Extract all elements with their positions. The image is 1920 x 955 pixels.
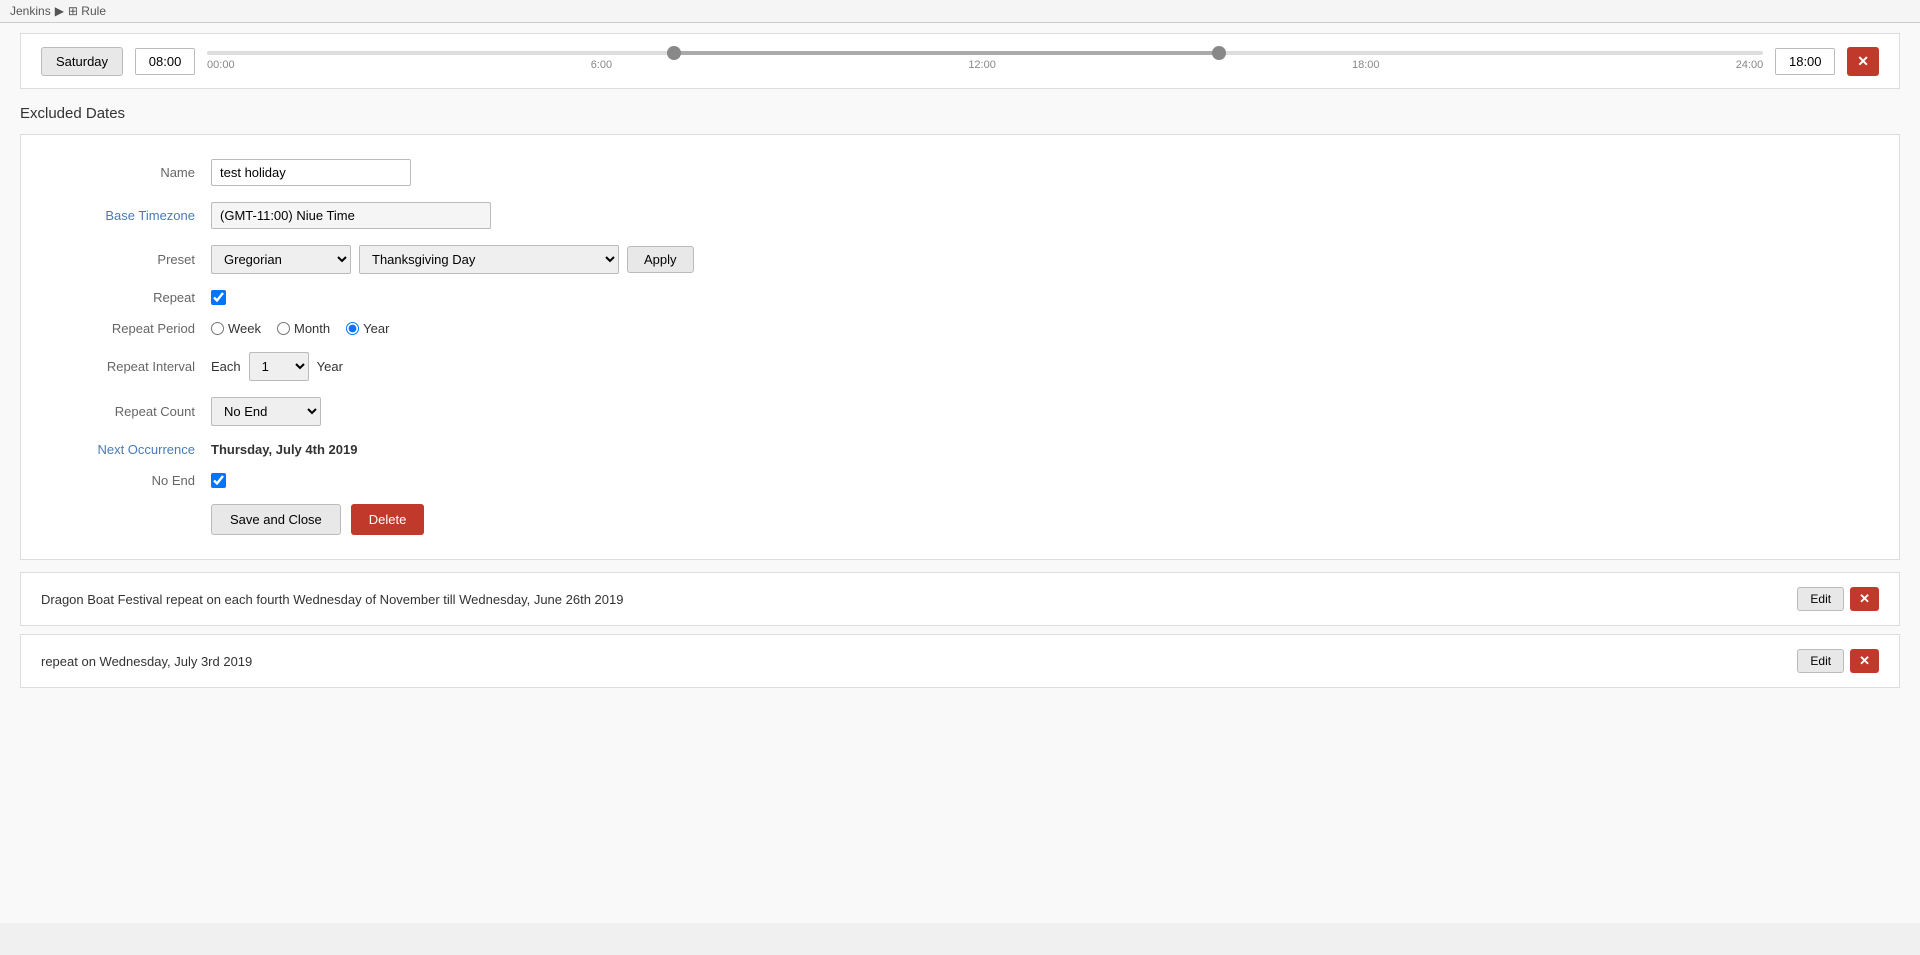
time-row: Saturday 00:00 6:00 12:00 18:00 24:00 ✕ [20,33,1900,89]
save-and-close-button[interactable]: Save and Close [211,504,341,535]
repeat-count-select[interactable]: No End [211,397,321,426]
slider-labels: 00:00 6:00 12:00 18:00 24:00 [207,59,1763,71]
top-bar: Jenkins ▶ ⊞ Rule [0,0,1920,23]
repeat-interval-row: Repeat Interval Each 1 Year [51,352,1869,381]
preset-row: Preset Gregorian Thanksgiving Day Apply [51,245,1869,274]
list-item-2-edit-button[interactable]: Edit [1797,649,1844,673]
form-card: Name Base Timezone Preset Gregorian Than… [20,134,1900,560]
period-year-text: Year [363,321,389,336]
period-year-radio[interactable] [346,322,359,335]
name-row: Name [51,159,1869,186]
interval-row: Each 1 Year [211,352,343,381]
app-name: Jenkins [10,4,51,18]
delete-button[interactable]: Delete [351,504,425,535]
main-content: Saturday 00:00 6:00 12:00 18:00 24:00 ✕ … [0,23,1920,923]
list-item-2-actions: Edit ✕ [1797,649,1879,673]
list-item-1: Dragon Boat Festival repeat on each four… [20,572,1900,626]
repeat-label: Repeat [51,290,211,305]
list-item-1-edit-button[interactable]: Edit [1797,587,1844,611]
slider-fill [674,51,1219,55]
slider-label-2: 12:00 [968,59,996,71]
period-week-label[interactable]: Week [211,321,261,336]
preset-select-2[interactable]: Thanksgiving Day [359,245,619,274]
interval-select[interactable]: 1 [249,352,309,381]
action-buttons: Save and Close Delete [211,504,1869,535]
slider-label-4: 24:00 [1736,59,1764,71]
repeat-count-label: Repeat Count [51,404,211,419]
preset-label: Preset [51,252,211,267]
start-time-input[interactable] [135,48,195,75]
slider-label-1: 6:00 [591,59,612,71]
name-input[interactable] [211,159,411,186]
repeat-count-row: Repeat Count No End [51,397,1869,426]
list-item-2: repeat on Wednesday, July 3rd 2019 Edit … [20,634,1900,688]
next-occurrence-label: Next Occurrence [51,442,211,457]
period-week-text: Week [228,321,261,336]
next-occurrence-value: Thursday, July 4th 2019 [211,442,357,457]
slider-track [207,51,1763,55]
next-occurrence-row: Next Occurrence Thursday, July 4th 2019 [51,442,1869,457]
repeat-period-row: Repeat Period Week Month Year [51,321,1869,336]
period-year-label[interactable]: Year [346,321,389,336]
slider-label-3: 18:00 [1352,59,1380,71]
day-button[interactable]: Saturday [41,47,123,76]
timezone-label: Base Timezone [51,208,211,223]
each-label: Each [211,359,241,374]
period-month-text: Month [294,321,330,336]
list-item-1-actions: Edit ✕ [1797,587,1879,611]
period-month-label[interactable]: Month [277,321,330,336]
list-item-2-text: repeat on Wednesday, July 3rd 2019 [41,654,252,669]
remove-time-row-button[interactable]: ✕ [1847,47,1879,76]
slider-thumb-right[interactable] [1212,46,1226,60]
name-label: Name [51,165,211,180]
slider-thumb-left[interactable] [667,46,681,60]
period-month-radio[interactable] [277,322,290,335]
repeat-row: Repeat [51,290,1869,305]
list-item-2-remove-button[interactable]: ✕ [1850,649,1879,673]
slider-label-0: 00:00 [207,59,235,71]
apply-button[interactable]: Apply [627,246,694,273]
repeat-period-group: Week Month Year [211,321,389,336]
time-slider[interactable]: 00:00 6:00 12:00 18:00 24:00 [207,46,1763,76]
end-time-input[interactable] [1775,48,1835,75]
list-item-1-text: Dragon Boat Festival repeat on each four… [41,592,623,607]
top-bar-arrow: ▶ [55,4,64,18]
list-item-1-remove-button[interactable]: ✕ [1850,587,1879,611]
repeat-period-label: Repeat Period [51,321,211,336]
year-label: Year [317,359,343,374]
repeat-interval-label: Repeat Interval [51,359,211,374]
no-end-row: No End [51,473,1869,488]
timezone-row: Base Timezone [51,202,1869,229]
repeat-checkbox[interactable] [211,290,226,305]
no-end-checkbox[interactable] [211,473,226,488]
timezone-input[interactable] [211,202,491,229]
tab-label: ⊞ Rule [68,4,106,18]
preset-select-1[interactable]: Gregorian [211,245,351,274]
section-title: Excluded Dates [20,105,1900,122]
no-end-label: No End [51,473,211,488]
period-week-radio[interactable] [211,322,224,335]
